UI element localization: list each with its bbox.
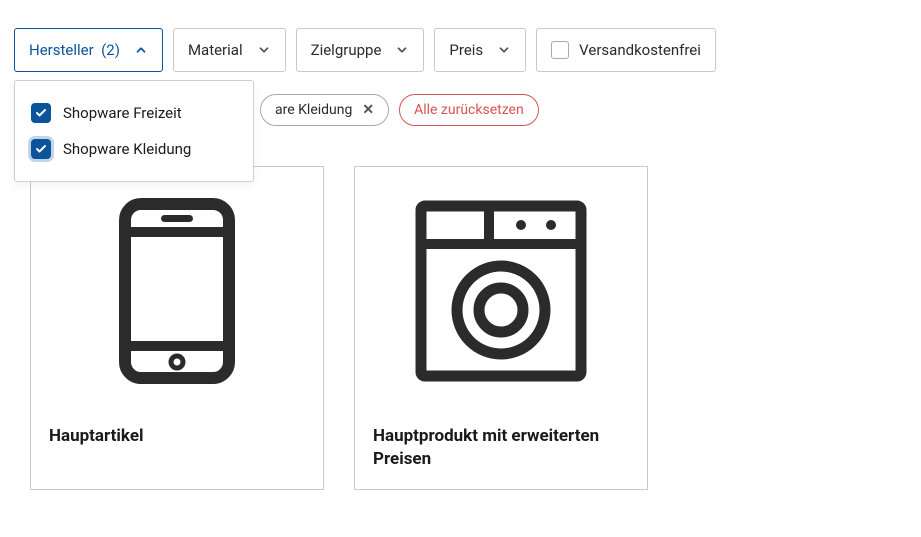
active-filter-tags: are Kleidung ✕ Alle zurücksetzen — [260, 94, 907, 126]
checkbox-checked-icon — [31, 139, 51, 159]
reset-filters-button[interactable]: Alle zurücksetzen — [399, 94, 539, 126]
product-image — [373, 191, 629, 391]
filters-row: Hersteller (2) Shopware Freizeit Shopwar… — [14, 28, 907, 72]
chevron-down-icon — [395, 43, 409, 57]
dropdown-item-kleidung[interactable]: Shopware Kleidung — [31, 131, 237, 167]
washing-machine-icon — [411, 196, 591, 386]
product-card[interactable]: Hauptartikel — [30, 166, 324, 490]
filter-hersteller[interactable]: Hersteller (2) — [14, 28, 163, 72]
product-title: Hauptprodukt mit erweiterten Preisen — [373, 425, 629, 471]
phone-icon — [117, 196, 237, 386]
filter-label: Preis — [449, 41, 483, 59]
filter-zielgruppe[interactable]: Zielgruppe — [296, 28, 425, 72]
filter-label: Zielgruppe — [311, 41, 382, 59]
reset-label: Alle zurücksetzen — [414, 102, 524, 118]
dropdown-item-label: Shopware Kleidung — [63, 140, 191, 158]
filter-label: Versandkostenfrei — [579, 41, 701, 59]
product-image — [49, 191, 305, 391]
chevron-down-icon — [497, 43, 511, 57]
hersteller-dropdown: Shopware Freizeit Shopware Kleidung — [14, 80, 254, 182]
filter-label: Material — [188, 41, 243, 59]
filter-hersteller-wrapper: Hersteller (2) Shopware Freizeit Shopwar… — [14, 28, 163, 72]
checkbox-unchecked-icon — [551, 41, 569, 59]
product-title: Hauptartikel — [49, 425, 305, 448]
filter-tag-kleidung: are Kleidung ✕ — [260, 94, 389, 126]
close-icon[interactable]: ✕ — [362, 103, 374, 117]
chevron-down-icon — [257, 43, 271, 57]
filter-material[interactable]: Material — [173, 28, 286, 72]
chevron-up-icon — [134, 43, 148, 57]
product-grid: Hauptartikel Hauptprodukt mit erweiterte… — [14, 166, 907, 490]
product-card[interactable]: Hauptprodukt mit erweiterten Preisen — [354, 166, 648, 490]
filter-label: Hersteller (2) — [29, 41, 120, 59]
dropdown-item-freizeit[interactable]: Shopware Freizeit — [31, 95, 237, 131]
checkbox-checked-icon — [31, 103, 51, 123]
filter-preis[interactable]: Preis — [434, 28, 526, 72]
tag-label: are Kleidung — [275, 102, 352, 118]
filter-versandkostenfrei[interactable]: Versandkostenfrei — [536, 28, 716, 72]
dropdown-item-label: Shopware Freizeit — [63, 104, 182, 122]
